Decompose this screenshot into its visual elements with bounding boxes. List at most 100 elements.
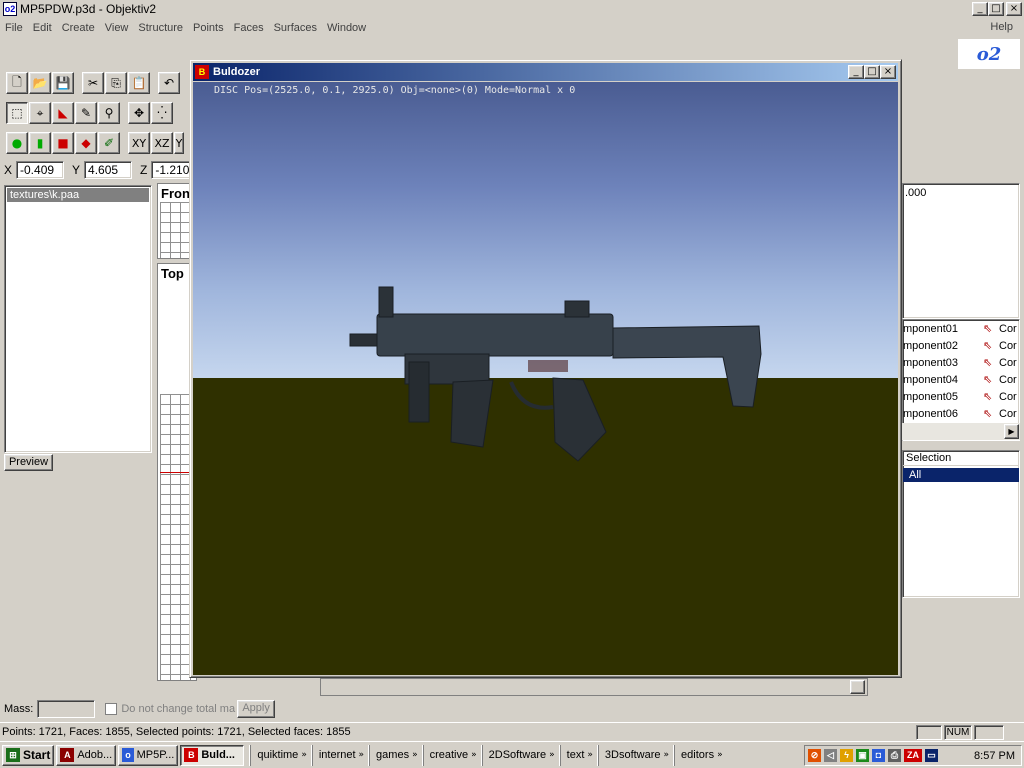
texture-item[interactable]: textures\k.paa — [7, 188, 149, 202]
list-item[interactable]: mponent05 ⇖ Cor — [903, 388, 1019, 405]
component-name: mponent02 — [903, 339, 959, 352]
buldozer-maximize-button[interactable]: □ — [864, 65, 880, 79]
component-tag: Cor — [999, 339, 1017, 352]
chevron-icon: » — [717, 750, 723, 760]
quicklaunch-creative[interactable]: creative» — [422, 744, 482, 766]
app-icon: o2 — [3, 2, 17, 16]
preview-button[interactable]: Preview — [4, 454, 53, 471]
quicklaunch-quiktime[interactable]: quiktime» — [250, 744, 311, 766]
start-button[interactable]: ⊞ Start — [2, 744, 55, 766]
list-item[interactable]: mponent04 ⇖ Cor — [903, 371, 1019, 388]
edit-icon[interactable]: ✐ — [98, 132, 120, 154]
scroll-right-icon[interactable]: ▶ — [1004, 424, 1019, 439]
objektiv-logo: o2 — [958, 39, 1020, 69]
list-item[interactable]: mponent03 ⇖ Cor — [903, 354, 1019, 371]
total-mass-checkbox[interactable] — [105, 703, 118, 715]
paint-icon[interactable]: ✎ — [75, 102, 97, 124]
component-tag: Cor — [999, 356, 1017, 369]
quicklaunch-3dsoftware[interactable]: 3Dsoftware» — [597, 744, 674, 766]
status-bar: Points: 1721, Faces: 1855, Selected poin… — [0, 722, 1024, 741]
copy-icon[interactable]: ⎘ — [105, 72, 127, 94]
plane-y-button[interactable]: Y — [174, 132, 184, 154]
component-name: mponent03 — [903, 356, 959, 369]
num-lock-indicator: NUM — [944, 725, 972, 740]
minimize-button[interactable]: _ — [972, 2, 988, 16]
y-field[interactable]: 4.605 — [84, 161, 133, 179]
list-item[interactable]: mponent01 ⇖ Cor — [903, 320, 1019, 337]
antivirus-icon[interactable]: ◘ — [872, 749, 885, 762]
mass-field[interactable] — [37, 700, 96, 718]
z-field[interactable]: -1.210 — [151, 161, 192, 179]
network-icon[interactable]: ▣ — [856, 749, 869, 762]
menu-file[interactable]: File — [0, 22, 28, 34]
quicklaunch-text[interactable]: text» — [559, 744, 598, 766]
plane-xy-button[interactable]: XY — [128, 132, 150, 154]
mass-icon[interactable]: ▮ — [29, 132, 51, 154]
scene-render — [193, 82, 898, 675]
open-icon[interactable]: 📂 — [29, 72, 51, 94]
volume-icon[interactable]: ◁ — [824, 749, 837, 762]
close-button[interactable]: × — [1006, 2, 1022, 16]
mark-icon[interactable]: ◆ — [75, 132, 97, 154]
quicklaunch-2dsoftware[interactable]: 2DSoftware» — [481, 744, 560, 766]
plane-xz-button[interactable]: XZ — [151, 132, 173, 154]
menu-faces[interactable]: Faces — [229, 22, 269, 34]
new-icon[interactable]: 🗋 — [6, 72, 28, 94]
bottom-scrollbar[interactable] — [320, 678, 868, 696]
selection-list[interactable]: Selection All — [902, 450, 1020, 598]
maximize-button[interactable]: □ — [988, 2, 1004, 16]
3d-scene-view[interactable]: DISC Pos=(2525.0, 0.1, 2925.0) Obj=<none… — [193, 82, 898, 675]
selection-item-all[interactable]: All — [903, 468, 1019, 482]
zonealarm-icon[interactable]: ZA — [904, 749, 922, 762]
menu-view[interactable]: View — [100, 22, 134, 34]
zoom-icon[interactable]: ⚲ — [98, 102, 120, 124]
undo-icon[interactable]: ↶ — [158, 72, 180, 94]
clock[interactable]: 8:57 PM — [974, 750, 1015, 762]
selection-header: Selection — [903, 451, 1019, 466]
paste-icon[interactable]: 📋 — [128, 72, 150, 94]
lightning-icon[interactable]: ϟ — [840, 749, 853, 762]
task-buldozer[interactable]: B Buld... — [180, 744, 245, 766]
buldozer-minimize-button[interactable]: _ — [848, 65, 864, 79]
toolbar-select: ⬚ ⌖ ◣ ✎ ⚲ ✥ ⁛ — [6, 102, 173, 124]
move-icon[interactable]: ✥ — [128, 102, 150, 124]
component-scrollbar[interactable]: ▶ — [902, 423, 1020, 440]
menu-create[interactable]: Create — [57, 22, 100, 34]
menu-surfaces[interactable]: Surfaces — [269, 22, 322, 34]
quicklaunch-editors[interactable]: editors» — [674, 744, 728, 766]
menu-points[interactable]: Points — [188, 22, 229, 34]
buldozer-close-button[interactable]: × — [880, 65, 896, 79]
task-mp5pdw[interactable]: o MP5P... — [118, 744, 179, 766]
list-item[interactable]: mponent02 ⇖ Cor — [903, 337, 1019, 354]
quicklaunch-games[interactable]: games» — [369, 744, 423, 766]
menu-window[interactable]: Window — [322, 22, 371, 34]
cursor-icon: ⇖ — [983, 407, 993, 420]
property-value-panel[interactable]: .000 — [902, 183, 1020, 319]
quicklaunch-internet[interactable]: internet» — [311, 744, 369, 766]
points-icon[interactable]: ⁛ — [151, 102, 173, 124]
component-name: mponent04 — [903, 373, 959, 386]
toolbar-file: 🗋 📂 💾 ✂ ⎘ 📋 ↶ — [6, 72, 180, 94]
texture-list[interactable]: textures\k.paa — [4, 185, 152, 453]
status-pane-scroll — [974, 725, 1004, 740]
scroll-thumb[interactable] — [850, 680, 865, 694]
lasso-icon[interactable]: ⌖ — [29, 102, 51, 124]
menu-help[interactable]: Help — [985, 21, 1018, 33]
select-faces-icon[interactable]: ◣ — [52, 102, 74, 124]
no-entry-icon[interactable]: ⊘ — [808, 749, 821, 762]
cut-icon[interactable]: ✂ — [82, 72, 104, 94]
marker-icon[interactable]: ■ — [52, 132, 74, 154]
menu-structure[interactable]: Structure — [133, 22, 188, 34]
menu-edit[interactable]: Edit — [28, 22, 57, 34]
select-icon[interactable]: ⬚ — [6, 102, 28, 124]
logo-text: o2 — [976, 43, 1002, 65]
monitor-icon[interactable]: ▭ — [925, 749, 938, 762]
task-adobe[interactable]: A Adob... — [56, 744, 117, 766]
printer-icon[interactable]: ⎙ — [888, 749, 901, 762]
save-icon[interactable]: 💾 — [52, 72, 74, 94]
quicklaunch-label: 3Dsoftware — [604, 749, 661, 761]
animation-icon[interactable]: ● — [6, 132, 28, 154]
list-item[interactable]: mponent06 ⇖ Cor — [903, 405, 1019, 422]
apply-button[interactable]: Apply — [237, 700, 276, 718]
x-field[interactable]: -0.409 — [16, 161, 65, 179]
